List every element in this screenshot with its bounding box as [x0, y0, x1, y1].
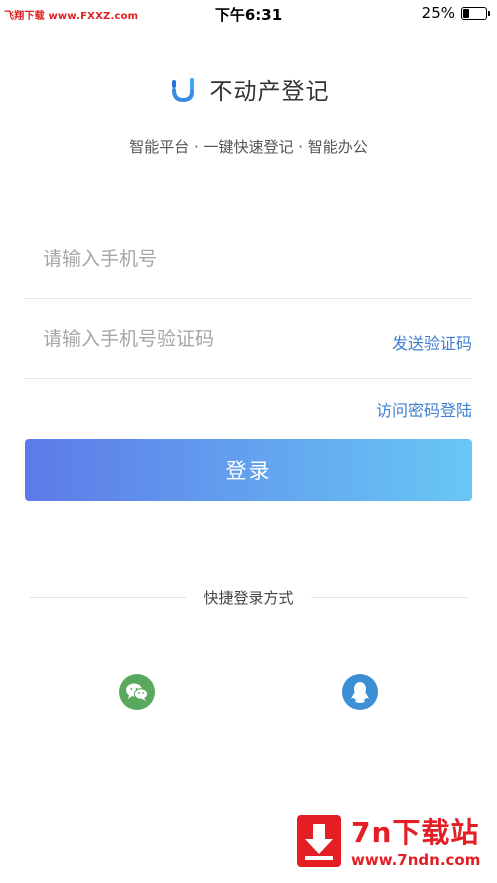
send-code-button[interactable]: 发送验证码 [392, 330, 472, 354]
password-login-link[interactable]: 访问密码登陆 [376, 397, 472, 421]
verification-code-input[interactable] [43, 322, 363, 356]
wechat-icon [126, 683, 148, 701]
login-button[interactable]: 登录 [25, 439, 472, 501]
qq-login-button[interactable] [342, 674, 378, 710]
footer-ad-watermark: 7n下载站 www.7ndn.com [289, 805, 489, 877]
phone-field [25, 218, 472, 299]
download-arrow-icon [297, 815, 341, 867]
ad-url: www.7ndn.com [351, 851, 481, 869]
divider-line-right [311, 597, 467, 598]
wechat-login-button[interactable] [119, 674, 155, 710]
status-bar: 飞翔下载 www.FXXZ.com 下午6:31 25% [0, 0, 497, 26]
phone-input[interactable] [43, 242, 363, 276]
battery-icon [461, 7, 490, 20]
battery-fill [463, 9, 469, 18]
battery-percent: 25% [421, 4, 455, 22]
app-logo-icon [171, 78, 194, 103]
brand-header: 不动产登记 [0, 72, 497, 106]
app-title: 不动产登记 [209, 79, 330, 105]
qq-icon [351, 682, 369, 703]
tagline: 智能平台 · 一键快速登记 · 智能办公 [129, 138, 368, 156]
code-field: 发送验证码 [25, 298, 472, 379]
quick-login-divider: 快捷登录方式 [30, 587, 467, 609]
ad-title: 7n下载站 [351, 816, 480, 849]
